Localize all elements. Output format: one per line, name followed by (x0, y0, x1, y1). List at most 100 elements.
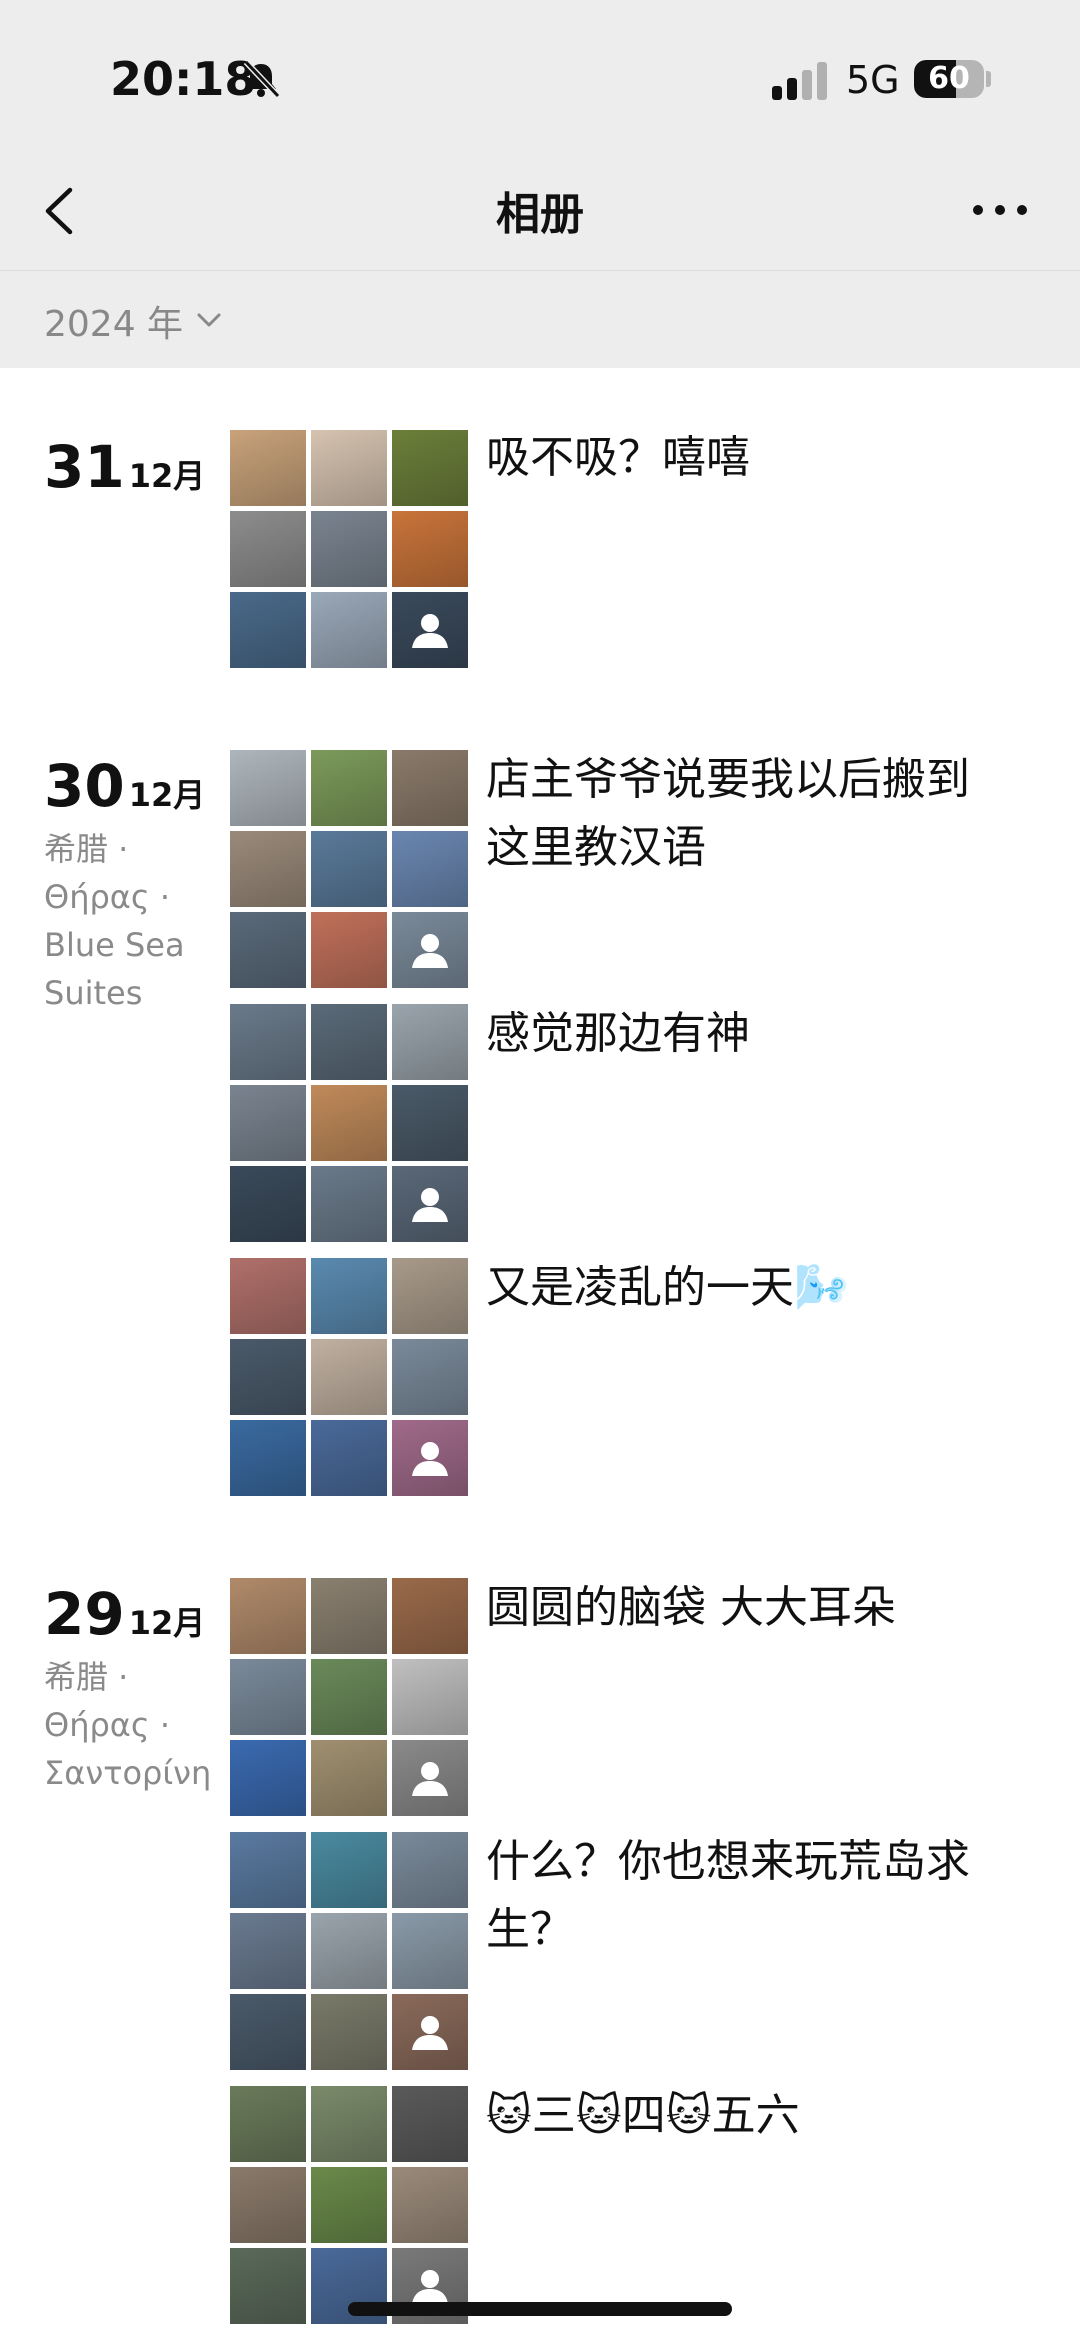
bell-muted-icon (243, 59, 281, 99)
page-title: 相册 (496, 189, 584, 240)
photo-thumbnail[interactable] (392, 750, 468, 826)
photo-thumbnail[interactable] (392, 592, 468, 668)
photo-thumbnail[interactable] (311, 1994, 387, 2070)
date-group-30: 30 12月 希腊 · Θήρας · Blue Sea Suites (44, 755, 214, 1017)
date-month: 12月 (128, 457, 206, 495)
photo-thumbnail[interactable] (230, 1339, 306, 1415)
photo-thumbnail[interactable] (311, 2086, 387, 2162)
more-options-icon[interactable] (970, 202, 1030, 218)
photo-grid[interactable] (230, 1004, 468, 1242)
photo-grid[interactable] (230, 750, 468, 988)
date-day: 29 (44, 1580, 125, 1648)
photo-thumbnail[interactable] (392, 1832, 468, 1908)
photo-thumbnail[interactable] (311, 1258, 387, 1334)
user-icon (412, 1188, 448, 1222)
photo-thumbnail[interactable] (230, 2167, 306, 2243)
photo-thumbnail[interactable] (311, 1004, 387, 1080)
date-day: 31 (44, 433, 125, 501)
photo-thumbnail[interactable] (392, 1339, 468, 1415)
photo-thumbnail[interactable] (230, 1258, 306, 1334)
photo-thumbnail[interactable] (311, 1913, 387, 1989)
photo-thumbnail[interactable] (230, 592, 306, 668)
post-caption[interactable]: 店主爷爷说要我以后搬到这里教汉语 (486, 746, 1006, 882)
post-caption[interactable]: 🐱三🐱四🐱五六 (486, 2082, 1006, 2150)
photo-thumbnail[interactable] (392, 1578, 468, 1654)
year-filter-bar: 2024 年 (0, 271, 1080, 368)
post-caption[interactable]: 又是凌乱的一天🌬️ (486, 1254, 1006, 1322)
photo-thumbnail[interactable] (311, 1339, 387, 1415)
photo-thumbnail[interactable] (392, 1740, 468, 1816)
photo-thumbnail[interactable] (392, 511, 468, 587)
photo-thumbnail[interactable] (392, 1994, 468, 2070)
photo-grid[interactable] (230, 1258, 468, 1496)
photo-thumbnail[interactable] (230, 1578, 306, 1654)
home-indicator[interactable] (348, 2302, 732, 2316)
photo-thumbnail[interactable] (230, 1913, 306, 1989)
location-label: 希腊 · Θήρας · Σαντορίνη (44, 1658, 212, 1792)
post-caption[interactable]: 圆圆的脑袋 大大耳朵 (486, 1574, 1006, 1642)
photo-thumbnail[interactable] (230, 1085, 306, 1161)
photo-thumbnail[interactable] (230, 2086, 306, 2162)
photo-thumbnail[interactable] (311, 511, 387, 587)
photo-thumbnail[interactable] (311, 1085, 387, 1161)
battery-tip (986, 71, 991, 87)
photo-thumbnail[interactable] (311, 831, 387, 907)
photo-thumbnail[interactable] (392, 1913, 468, 1989)
photo-thumbnail[interactable] (392, 912, 468, 988)
photo-thumbnail[interactable] (230, 1166, 306, 1242)
photo-thumbnail[interactable] (392, 2086, 468, 2162)
photo-thumbnail[interactable] (230, 430, 306, 506)
photo-thumbnail[interactable] (392, 1085, 468, 1161)
photo-grid[interactable] (230, 2086, 468, 2324)
photo-thumbnail[interactable] (230, 511, 306, 587)
photo-thumbnail[interactable] (392, 1258, 468, 1334)
photo-thumbnail[interactable] (230, 912, 306, 988)
user-icon (412, 1442, 448, 1476)
photo-grid[interactable] (230, 1832, 468, 2070)
post-caption[interactable]: 吸不吸？嘻嘻 (486, 424, 1006, 492)
photo-thumbnail[interactable] (392, 1659, 468, 1735)
photo-thumbnail[interactable] (392, 1004, 468, 1080)
nav-bar: 相册 (0, 150, 1080, 271)
location-label: 希腊 · Θήρας · Blue Sea Suites (44, 830, 185, 1012)
photo-thumbnail[interactable] (311, 592, 387, 668)
user-icon (412, 934, 448, 968)
photo-thumbnail[interactable] (230, 750, 306, 826)
chevron-down-icon[interactable] (196, 311, 222, 329)
signal-icon (772, 62, 827, 100)
photo-thumbnail[interactable] (230, 1420, 306, 1496)
photo-thumbnail[interactable] (230, 1740, 306, 1816)
status-bar: 20:18 5G 60 (0, 0, 1080, 150)
post-caption[interactable]: 什么？你也想来玩荒岛求生？ (486, 1828, 1006, 1964)
photo-thumbnail[interactable] (230, 1994, 306, 2070)
photo-thumbnail[interactable] (311, 1832, 387, 1908)
photo-thumbnail[interactable] (230, 1832, 306, 1908)
photo-thumbnail[interactable] (392, 1166, 468, 1242)
photo-thumbnail[interactable] (311, 1420, 387, 1496)
photo-thumbnail[interactable] (230, 1004, 306, 1080)
post-caption[interactable]: 感觉那边有神 (486, 1000, 1006, 1068)
photo-thumbnail[interactable] (392, 831, 468, 907)
photo-thumbnail[interactable] (311, 430, 387, 506)
photo-thumbnail[interactable] (311, 1166, 387, 1242)
photo-thumbnail[interactable] (392, 1420, 468, 1496)
photo-thumbnail[interactable] (230, 1659, 306, 1735)
photo-thumbnail[interactable] (230, 2248, 306, 2324)
photo-thumbnail[interactable] (392, 430, 468, 506)
photo-thumbnail[interactable] (230, 831, 306, 907)
battery-icon: 60 (914, 60, 984, 98)
photo-thumbnail[interactable] (311, 1659, 387, 1735)
photo-grid[interactable] (230, 430, 468, 668)
photo-thumbnail[interactable] (392, 2167, 468, 2243)
year-filter-button[interactable]: 2024 年 (44, 295, 183, 347)
photo-thumbnail[interactable] (311, 1578, 387, 1654)
photo-thumbnail[interactable] (311, 1740, 387, 1816)
photo-thumbnail[interactable] (311, 2167, 387, 2243)
date-month: 12月 (128, 1604, 206, 1642)
photo-thumbnail[interactable] (311, 912, 387, 988)
photo-grid[interactable] (230, 1578, 468, 1816)
user-icon (412, 2016, 448, 2050)
date-group-31: 31 12月 (44, 436, 205, 498)
photo-thumbnail[interactable] (311, 750, 387, 826)
date-month: 12月 (128, 776, 206, 814)
